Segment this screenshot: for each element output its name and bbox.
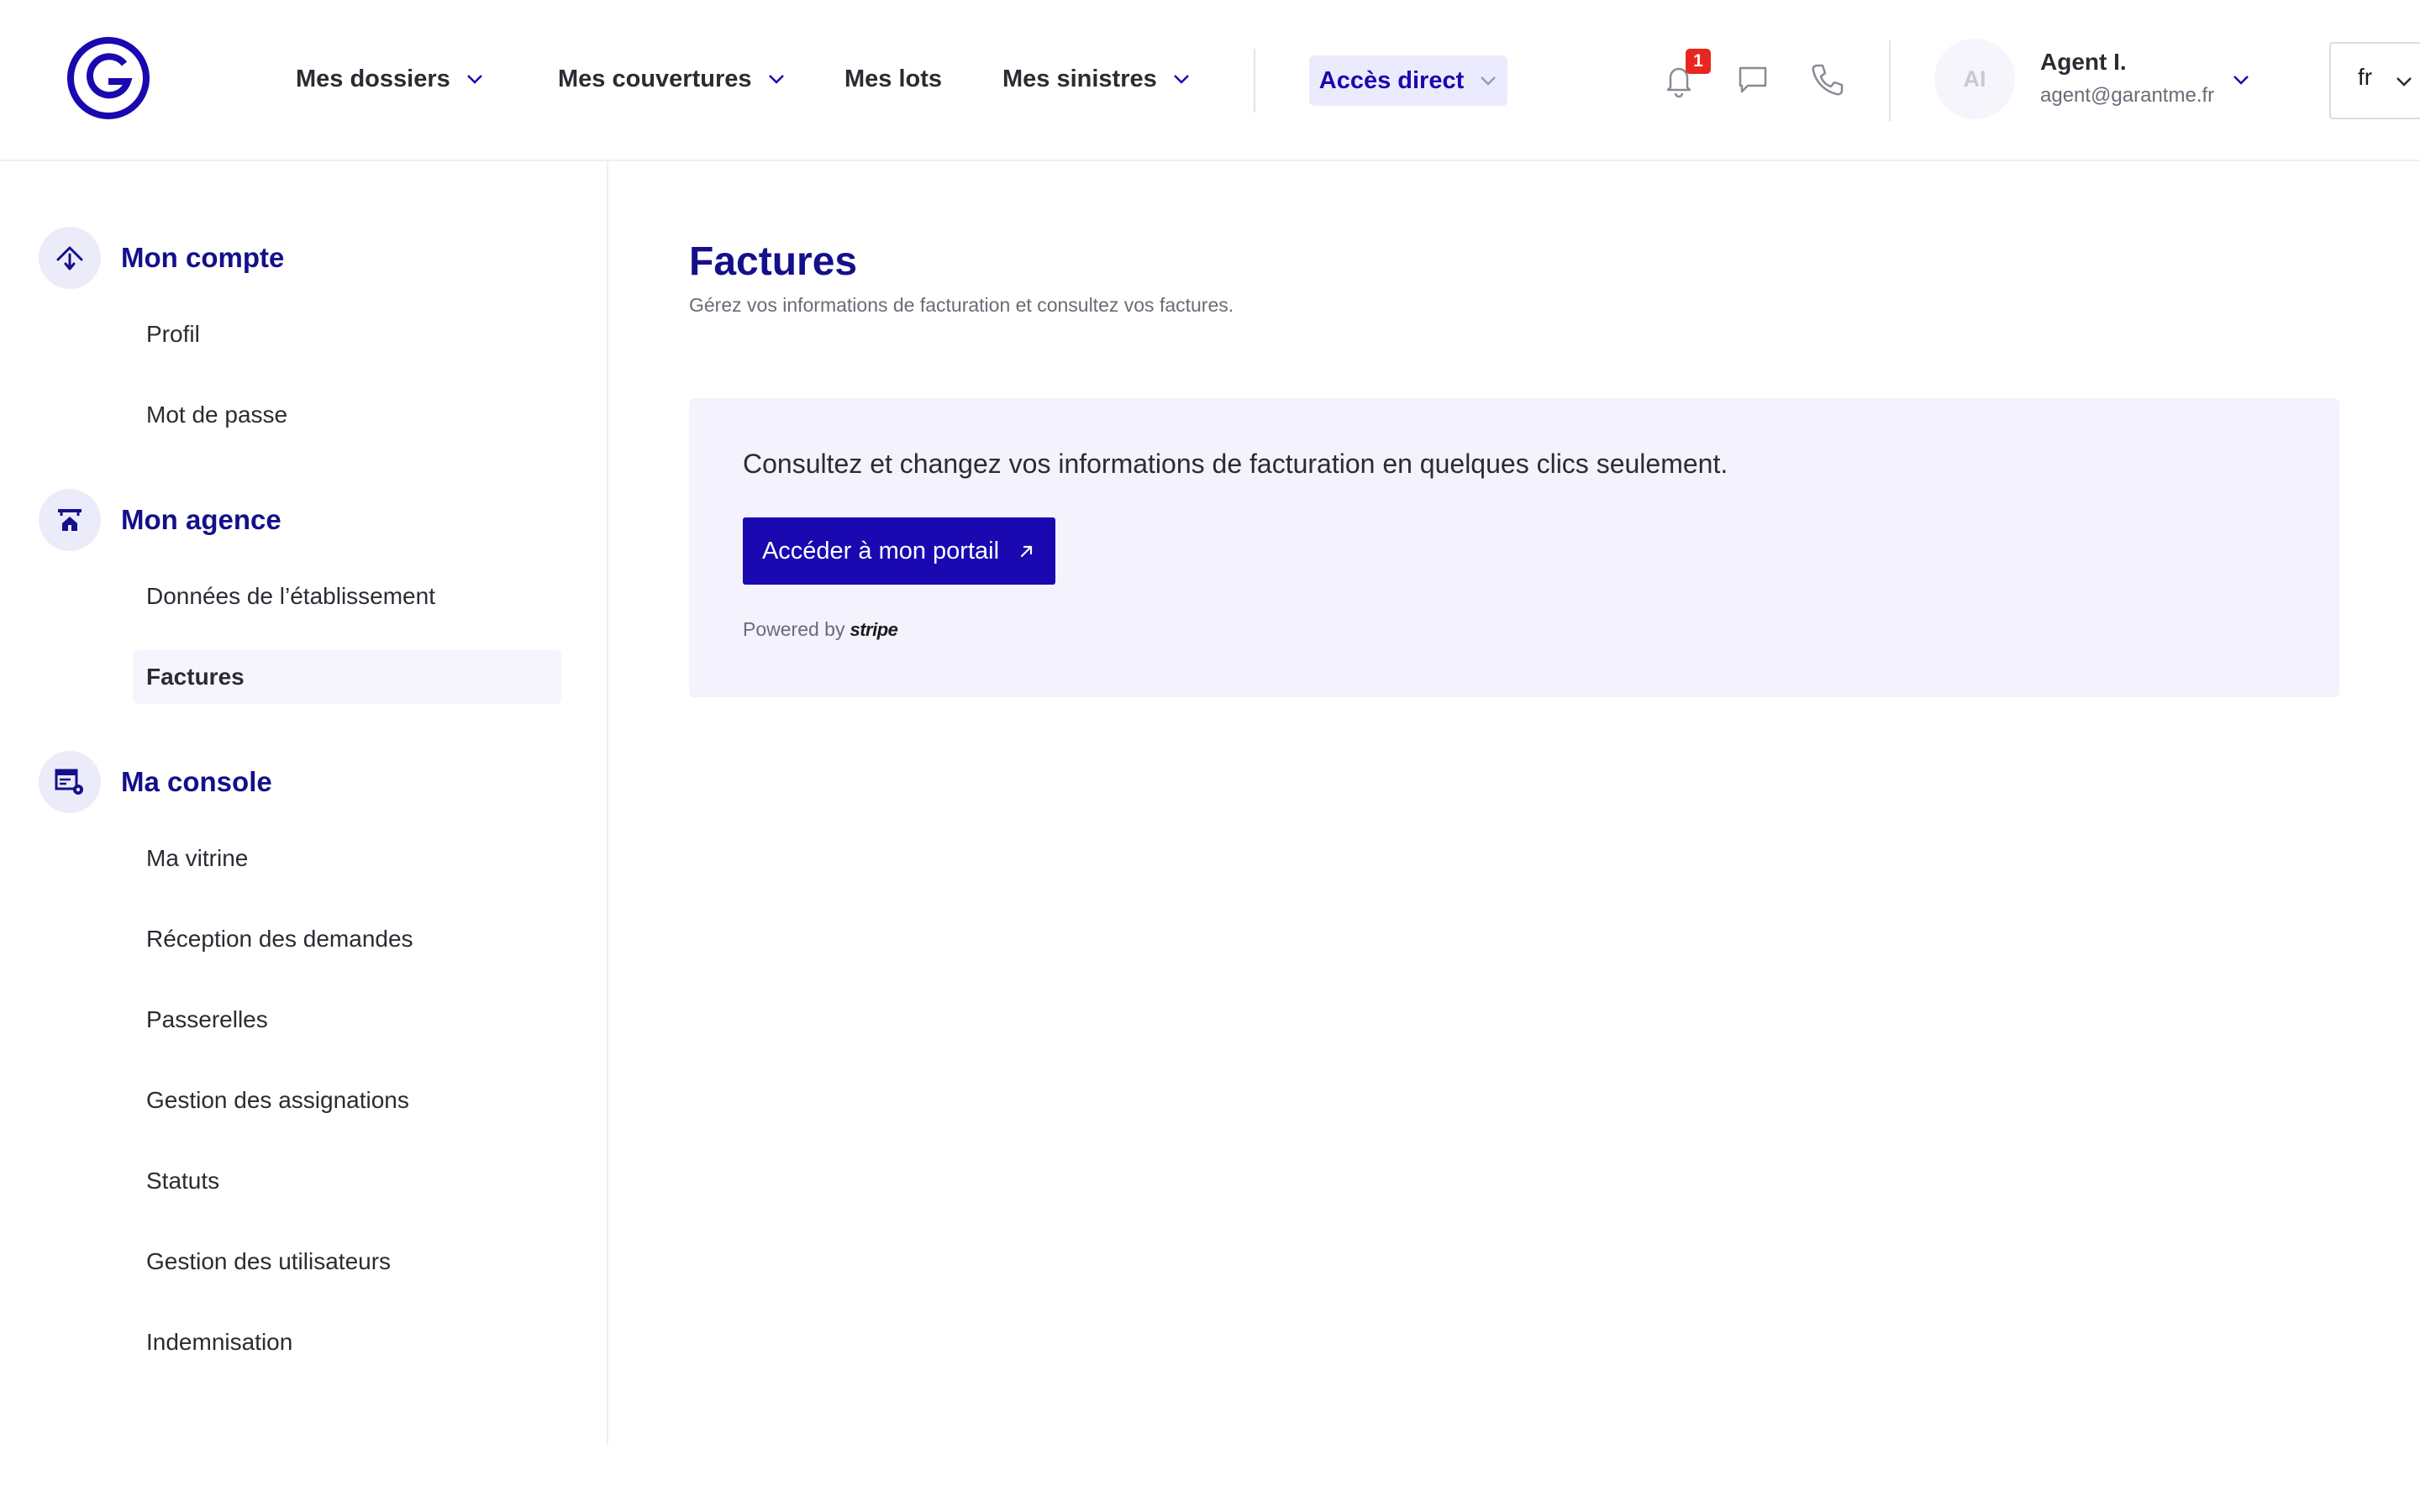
sidebar-item-gestion-utilisateurs[interactable]: Gestion des utilisateurs [133, 1235, 561, 1289]
garantme-logo[interactable] [66, 35, 151, 121]
powered-by: Powered by stripe [743, 618, 898, 641]
nav-mes-sinistres[interactable]: Mes sinistres [1002, 60, 1191, 97]
nav-mes-lots[interactable]: Mes lots [844, 60, 942, 97]
powered-by-text: Powered by [743, 618, 845, 640]
chevron-down-icon [466, 75, 482, 84]
language-value: fr [2358, 64, 2373, 90]
sidebar-item-mot-de-passe[interactable]: Mot de passe [133, 388, 561, 442]
sidebar-item-gestion-assignations[interactable]: Gestion des assignations [133, 1074, 561, 1127]
nav-divider [1254, 49, 1255, 113]
header-divider [1889, 40, 1891, 121]
user-email: agent@garantme.fr [2040, 84, 2215, 107]
chat-icon[interactable] [1733, 59, 1773, 99]
user-name: Agent I. [2040, 49, 2127, 75]
notification-badge: 1 [1686, 49, 1711, 74]
sidebar-item-indemnisation[interactable]: Indemnisation [133, 1315, 561, 1369]
chevron-down-icon [1481, 76, 1497, 86]
phone-icon[interactable] [1807, 59, 1847, 99]
sidebar-divider [607, 161, 608, 1445]
avatar[interactable]: AI [1934, 39, 2015, 119]
agency-icon [39, 489, 101, 551]
nav-label: Mes lots [844, 65, 943, 92]
sidebar-item-statuts[interactable]: Statuts [133, 1154, 561, 1208]
chevron-down-icon [1173, 75, 1189, 84]
quick-access-label: Accès direct [1318, 66, 1465, 94]
sidebar-item-passerelles[interactable]: Passerelles [133, 993, 561, 1047]
chevron-down-icon [2396, 77, 2412, 87]
sidebar-item-reception-demandes[interactable]: Réception des demandes [133, 912, 561, 966]
nav-label: Mes dossiers [296, 65, 450, 92]
page-subtitle: Gérez vos informations de facturation et… [689, 294, 1234, 316]
home-arrow-icon [39, 227, 101, 289]
stripe-logo: stripe [850, 619, 898, 640]
quick-access-dropdown[interactable]: Accès direct [1309, 55, 1507, 106]
billing-card-text: Consultez et changez vos informations de… [743, 449, 1728, 479]
console-icon [39, 751, 101, 813]
sidebar-item-ma-vitrine[interactable]: Ma vitrine [133, 832, 561, 885]
open-portal-button[interactable]: Accéder à mon portail [743, 517, 1055, 585]
nav-label: Mes sinistres [1002, 65, 1157, 92]
external-link-icon [1020, 545, 1033, 558]
section-title-ma-console: Ma console [121, 766, 272, 797]
open-portal-label: Accéder à mon portail [761, 537, 1000, 564]
sidebar-item-profil[interactable]: Profil [133, 307, 561, 361]
sidebar-item-donnees-etablissement[interactable]: Données de l’établissement [133, 570, 561, 623]
section-title-mon-agence: Mon agence [121, 504, 281, 535]
page-title: Factures [689, 239, 858, 284]
nav-label: Mes couvertures [558, 65, 752, 92]
chevron-down-icon[interactable] [2232, 74, 2250, 86]
section-title-mon-compte: Mon compte [121, 242, 285, 273]
nav-mes-dossiers[interactable]: Mes dossiers [296, 60, 484, 97]
top-header: Mes dossiers Mes couvertures Mes lots Me… [0, 0, 2420, 161]
billing-portal-card: Consultez et changez vos informations de… [689, 398, 2339, 697]
nav-mes-couvertures[interactable]: Mes couvertures [558, 60, 786, 97]
sidebar-item-factures[interactable]: Factures [133, 650, 561, 704]
language-select[interactable]: fr [2329, 42, 2420, 119]
chevron-down-icon [768, 75, 784, 84]
